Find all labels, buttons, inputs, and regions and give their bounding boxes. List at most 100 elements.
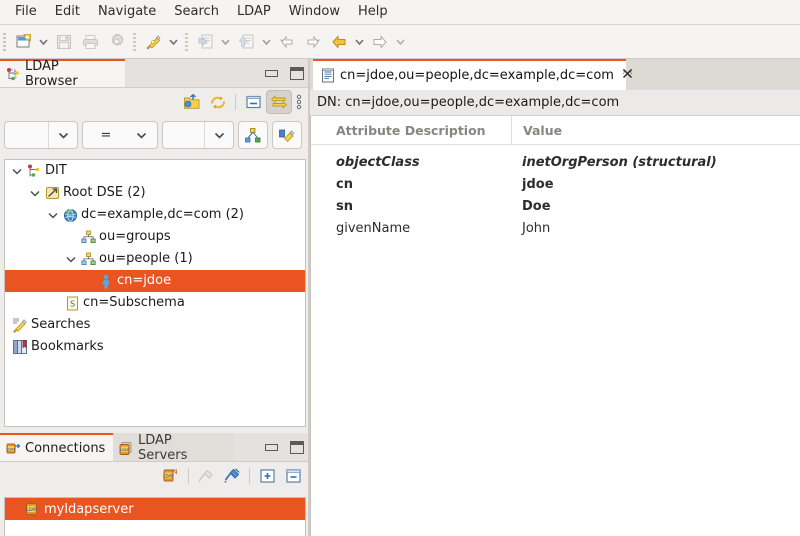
toolbar-separator-1 [133, 32, 136, 51]
export-button[interactable] [233, 29, 259, 55]
column-header-value[interactable]: Value [511, 116, 800, 144]
export-dropdown-arrow[interactable] [259, 29, 274, 55]
expand-all-button[interactable] [254, 464, 280, 488]
back-history-button[interactable] [274, 29, 300, 55]
ldap-browser-toolbar [0, 88, 310, 117]
view-menu-button[interactable] [292, 90, 306, 114]
menu-search[interactable]: Search [165, 1, 228, 23]
chevron-down-icon[interactable] [204, 122, 233, 148]
table-row[interactable]: sn Doe [311, 195, 800, 217]
tab-connections[interactable]: LDAP Connections [0, 433, 113, 461]
minimize-icon[interactable] [265, 443, 278, 451]
new-connection-button[interactable]: LDAP [158, 464, 184, 488]
table-row[interactable]: cn jdoe [311, 173, 800, 195]
chevron-down-icon[interactable] [127, 122, 155, 148]
menu-window[interactable]: Window [280, 1, 349, 23]
tree-label: cn=jdoe [117, 273, 172, 288]
new-dropdown-arrow[interactable] [36, 29, 51, 55]
close-icon[interactable] [622, 68, 633, 83]
filter-value-input[interactable] [163, 122, 204, 148]
ldap-browser-tab-controls [265, 59, 304, 87]
connections-toolbar: LDAP [0, 462, 310, 491]
chevron-down-icon[interactable] [9, 160, 25, 182]
tree-label: DIT [45, 163, 67, 178]
tree-row-cn-subschema[interactable]: S cn=Subschema [5, 292, 305, 314]
chevron-down-icon[interactable] [63, 248, 79, 270]
tree-row-dc-example[interactable]: dc=example,dc=com (2) [5, 204, 305, 226]
entry-editor-area: cn=jdoe,ou=people,dc=example,dc=com DN: … [310, 59, 800, 536]
connections-list[interactable]: LDAP myldapserver [4, 497, 306, 536]
table-row[interactable]: objectClass inetOrgPerson (structural) [311, 151, 800, 173]
menu-navigate[interactable]: Navigate [89, 1, 165, 23]
ldap-browser-panel: L D A P LDAP Browser = DIT Root DSE (2) … [0, 59, 310, 433]
tree-row-rootdse[interactable]: Root DSE (2) [5, 182, 305, 204]
clear-filter-button[interactable] [272, 121, 302, 149]
import-dropdown-arrow[interactable] [218, 29, 233, 55]
chevron-down-icon[interactable] [48, 122, 77, 148]
quick-filter-button[interactable] [238, 121, 268, 149]
connect-button[interactable] [219, 464, 245, 488]
chevron-down-icon[interactable] [45, 204, 61, 226]
new-button[interactable] [10, 29, 36, 55]
refresh-button[interactable] [205, 90, 231, 114]
tree-row-searches[interactable]: Searches [5, 314, 305, 336]
save-button[interactable] [51, 29, 77, 55]
new-search-dropdown-arrow[interactable] [166, 29, 181, 55]
tree-row-bookmarks[interactable]: Bookmarks [5, 336, 305, 358]
minimize-icon[interactable] [265, 69, 278, 77]
attribute-value: inetOrgPerson (structural) [522, 154, 717, 170]
rootdse-icon [43, 182, 61, 204]
searches-icon [11, 314, 29, 336]
up-one-level-button[interactable] [179, 90, 205, 114]
main-toolbar [0, 25, 800, 59]
forward-history-button[interactable] [300, 29, 326, 55]
tree-row-ou-groups[interactable]: ou=groups [5, 226, 305, 248]
link-with-editor-button[interactable] [266, 90, 292, 114]
back-button[interactable] [326, 29, 352, 55]
attribute-name: objectClass [336, 154, 420, 170]
svg-text:LDAP: LDAP [163, 474, 174, 479]
tree-row-dit[interactable]: DIT [5, 160, 305, 182]
filter-operator-combo[interactable]: = [82, 121, 158, 149]
menu-help[interactable]: Help [349, 1, 397, 23]
new-search-button[interactable] [140, 29, 166, 55]
attribute-value: jdoe [522, 176, 554, 192]
tree-row-ou-people[interactable]: ou=people (1) [5, 248, 305, 270]
menu-edit[interactable]: Edit [46, 1, 89, 23]
forward-button[interactable] [367, 29, 393, 55]
tab-ldap-servers[interactable]: LDAP LDAP Servers [113, 433, 233, 463]
table-row[interactable]: givenName John [311, 217, 800, 239]
disconnect-button[interactable] [193, 464, 219, 488]
maximize-icon[interactable] [290, 66, 304, 80]
ldap-connection-icon: LDAP [25, 502, 39, 516]
maximize-icon[interactable] [290, 440, 304, 454]
toolbar-grip[interactable] [3, 32, 6, 51]
collapse-all-button[interactable] [280, 464, 306, 488]
connection-item-myldapserver[interactable]: LDAP myldapserver [5, 498, 305, 520]
filter-attribute-combo[interactable] [4, 121, 78, 149]
column-header-attribute-description[interactable]: Attribute Description [311, 123, 511, 138]
import-button[interactable] [192, 29, 218, 55]
filter-value-combo[interactable] [162, 121, 234, 149]
editor-tab-cn-jdoe[interactable]: cn=jdoe,ou=people,dc=example,dc=com [313, 59, 633, 90]
tab-connections-label: Connections [25, 440, 106, 456]
attribute-name: cn [336, 176, 353, 192]
filter-attribute-input[interactable] [5, 122, 48, 148]
tab-ldap-browser[interactable]: L D A P LDAP Browser [0, 59, 125, 89]
menu-file[interactable]: File [6, 1, 46, 23]
browser-filter-row: = [0, 117, 310, 153]
menubar: File Edit Navigate Search LDAP Window He… [0, 0, 800, 25]
forward-dropdown-arrow[interactable] [393, 29, 408, 55]
chevron-down-icon[interactable] [27, 182, 43, 204]
print-button[interactable] [77, 29, 103, 55]
back-dropdown-arrow[interactable] [352, 29, 367, 55]
dit-tree[interactable]: DIT Root DSE (2) dc=example,dc=com (2) o… [4, 159, 306, 427]
svg-text:LDAP: LDAP [120, 448, 130, 452]
collapse-all-button[interactable] [240, 90, 266, 114]
preferences-button[interactable] [103, 29, 129, 55]
menu-ldap[interactable]: LDAP [228, 1, 280, 23]
tree-label: ou=people (1) [99, 251, 193, 266]
attributes-table: Attribute Description Value objectClass … [310, 116, 800, 536]
connections-toolbar-separator-1 [188, 468, 189, 484]
tree-row-cn-jdoe[interactable]: cn=jdoe [5, 270, 305, 292]
